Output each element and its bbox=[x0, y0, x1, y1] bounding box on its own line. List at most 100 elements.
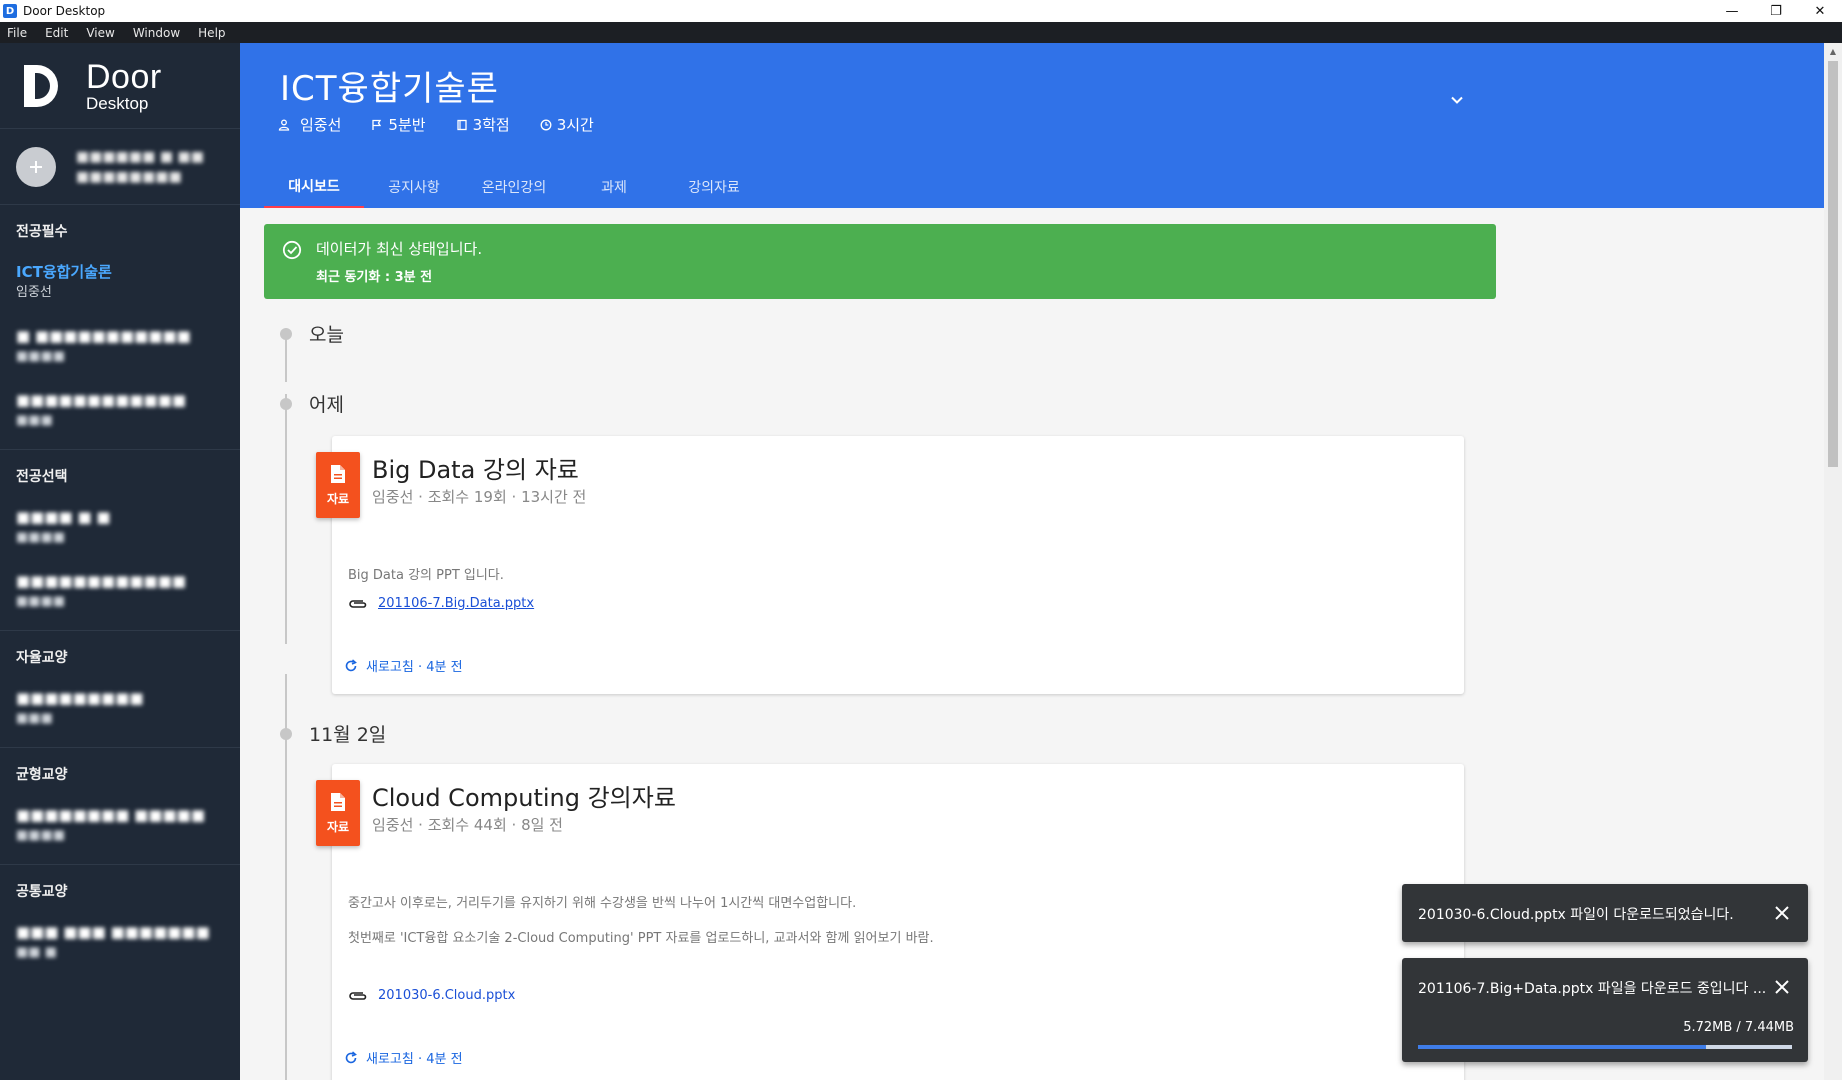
tab-dashboard[interactable]: 대시보드 bbox=[264, 165, 364, 208]
section-title: 균형교양 bbox=[16, 767, 68, 783]
course-name: ■■■ ■■■ ■■■■■■■ bbox=[16, 923, 210, 941]
minimize-button[interactable]: — bbox=[1710, 0, 1754, 22]
brand-name: Door bbox=[86, 57, 162, 96]
dashboard-content: 데이터가 최신 상태입니다. 최근 동기화 : 3분 전 오늘 어제 11월 2… bbox=[240, 208, 1824, 1080]
sidebar-course-ict[interactable]: ICT융합기술론 임중선 bbox=[0, 251, 240, 315]
window-controls: — ❐ ✕ bbox=[1710, 0, 1842, 22]
sidebar-course[interactable]: ■■■■■■■■ ■■■■■ ■■■■ bbox=[0, 794, 240, 858]
scrollbar-thumb[interactable] bbox=[1828, 61, 1838, 467]
sidebar: Door Desktop ■■■■■■ ■ ■■ ■■■■■■■■ 전공필수 I… bbox=[0, 43, 240, 1080]
timeline-dot bbox=[280, 328, 292, 340]
meta-hours: 3시간 bbox=[540, 114, 594, 135]
card-body-text: 첫번째로 'ICT융합 요소기술 2-Cloud Computing' PPT … bbox=[348, 931, 934, 946]
sidebar-course[interactable]: ■■■■■■■■■■■■ ■■■■ bbox=[0, 560, 240, 624]
timeline-label-today: 오늘 bbox=[309, 324, 344, 346]
sidebar-section: 균형교양 ■■■■■■■■ ■■■■■ ■■■■ bbox=[0, 748, 240, 858]
sidebar-course[interactable]: ■■■■■■■■■ ■■■ bbox=[0, 677, 240, 741]
timeline-dot bbox=[280, 728, 292, 740]
restore-button[interactable]: ❐ bbox=[1754, 0, 1798, 22]
refresh-button[interactable]: 새로고침 · 4분 전 bbox=[344, 1048, 463, 1067]
clock-icon bbox=[540, 119, 552, 130]
course-name: ■■■■■■■■■ bbox=[16, 689, 144, 707]
scroll-up-icon[interactable]: ▲ bbox=[1824, 43, 1842, 59]
close-icon[interactable] bbox=[1774, 979, 1790, 995]
document-badge: 자료 bbox=[316, 452, 360, 518]
course-header: ICT융합기술론 임중선 5분반 3학점 3시간 대시보드 공지사항 온라인강의… bbox=[240, 43, 1824, 208]
material-card[interactable]: Cloud Computing 강의자료 임중선 · 조회수 44회 · 8일 … bbox=[332, 764, 1464, 1080]
avatar bbox=[16, 146, 56, 187]
attachment-link[interactable]: 201030-6.Cloud.pptx bbox=[378, 988, 515, 1003]
badge-label: 자료 bbox=[326, 819, 350, 834]
meta-credits-text: 3학점 bbox=[472, 116, 510, 134]
window-titlebar: D Door Desktop — ❐ ✕ bbox=[0, 0, 1842, 22]
menu-view[interactable]: View bbox=[83, 26, 117, 40]
refresh-label: 새로고침 · 4분 전 bbox=[366, 1052, 463, 1067]
course-professor: ■■ ■ bbox=[16, 945, 57, 960]
sidebar-course[interactable]: ■■■ ■■■ ■■■■■■■ ■■ ■ bbox=[0, 911, 240, 975]
vertical-scrollbar[interactable]: ▲ bbox=[1824, 43, 1842, 1080]
card-title[interactable]: Cloud Computing 강의자료 bbox=[372, 778, 676, 813]
tab-notices[interactable]: 공지사항 bbox=[364, 165, 464, 208]
user-profile[interactable]: ■■■■■■ ■ ■■ ■■■■■■■■ bbox=[0, 129, 240, 205]
badge-label: 자료 bbox=[326, 491, 350, 506]
profile-name: ■■■■■■ ■ ■■ bbox=[76, 148, 204, 165]
profile-id: ■■■■■■■■ bbox=[76, 168, 182, 185]
sidebar-course[interactable]: ■ ■■■■■■■■■■■ ■■■■ bbox=[0, 315, 240, 379]
toast-message: 201106-7.Big+Data.pptx 파일을 다운로드 중입니다 ... bbox=[1418, 981, 1767, 997]
window-title: Door Desktop bbox=[23, 4, 106, 18]
card-meta: 임중선 · 조회수 19회 · 13시간 전 bbox=[372, 488, 587, 506]
brand-subtitle: Desktop bbox=[86, 93, 149, 113]
card-body-text: 중간고사 이후로는, 거리두기를 유지하기 위해 수강생을 반씩 나누어 1시간… bbox=[348, 896, 857, 911]
menu-help[interactable]: Help bbox=[195, 26, 228, 40]
sidebar-section: 전공필수 ICT융합기술론 임중선 ■ ■■■■■■■■■■■ ■■■■ ■■■… bbox=[0, 205, 240, 443]
menu-edit[interactable]: Edit bbox=[42, 26, 71, 40]
section-title: 공통교양 bbox=[16, 884, 68, 900]
paperclip-icon bbox=[349, 599, 367, 608]
sidebar-section: 전공선택 ■■■■ ■ ■ ■■■■ ■■■■■■■■■■■■ ■■■■ bbox=[0, 450, 240, 624]
timeline-dot bbox=[280, 398, 292, 410]
refresh-button[interactable]: 새로고침 · 4분 전 bbox=[344, 656, 463, 675]
timeline-line bbox=[285, 334, 287, 382]
sync-message: 데이터가 최신 상태입니다. bbox=[316, 240, 483, 258]
refresh-icon bbox=[345, 658, 357, 671]
person-icon bbox=[278, 119, 290, 131]
course-name: ■■■■■■■■■■■■ bbox=[16, 572, 187, 590]
chevron-down-icon[interactable] bbox=[1450, 93, 1464, 107]
menu-window[interactable]: Window bbox=[130, 26, 183, 40]
attachment[interactable]: 201106-7.Big.Data.pptx bbox=[348, 596, 534, 611]
course-name: ■■■■■■■■■■■■ bbox=[16, 391, 187, 409]
timeline-label-nov2: 11월 2일 bbox=[309, 724, 387, 746]
close-icon[interactable] bbox=[1774, 905, 1790, 921]
attachment-link[interactable]: 201106-7.Big.Data.pptx bbox=[378, 596, 534, 611]
course-tabs: 대시보드 공지사항 온라인강의 과제 강의자료 bbox=[264, 165, 764, 208]
document-icon bbox=[331, 792, 345, 811]
meta-professor: 임중선 bbox=[278, 114, 341, 135]
card-title[interactable]: Big Data 강의 자료 bbox=[372, 450, 579, 485]
close-window-button[interactable]: ✕ bbox=[1798, 0, 1842, 22]
tab-online-lectures[interactable]: 온라인강의 bbox=[464, 165, 564, 208]
book-icon bbox=[456, 119, 467, 130]
user-icon bbox=[30, 160, 42, 173]
refresh-label: 새로고침 · 4분 전 bbox=[366, 660, 463, 675]
menu-file[interactable]: File bbox=[4, 26, 30, 40]
course-professor: ■■■ bbox=[16, 413, 53, 428]
meta-hours-text: 3시간 bbox=[556, 116, 594, 134]
card-meta: 임중선 · 조회수 44회 · 8일 전 bbox=[372, 816, 563, 834]
section-title: 자율교양 bbox=[16, 650, 68, 666]
flag-icon bbox=[372, 119, 382, 130]
download-progress-toast: 201106-7.Big+Data.pptx 파일을 다운로드 중입니다 ...… bbox=[1402, 958, 1808, 1062]
course-professor: ■■■ bbox=[16, 711, 53, 726]
section-title: 전공선택 bbox=[16, 469, 68, 485]
tab-assignments[interactable]: 과제 bbox=[564, 165, 664, 208]
meta-section-text: 5분반 bbox=[388, 116, 426, 134]
material-card[interactable]: Big Data 강의 자료 임중선 · 조회수 19회 · 13시간 전 Bi… bbox=[332, 436, 1464, 694]
attachment[interactable]: 201030-6.Cloud.pptx bbox=[348, 988, 515, 1003]
sidebar-section: 공통교양 ■■■ ■■■ ■■■■■■■ ■■ ■ bbox=[0, 865, 240, 975]
door-logo-icon bbox=[24, 64, 58, 107]
timeline-line bbox=[285, 394, 287, 644]
course-professor: ■■■■ bbox=[16, 828, 66, 843]
refresh-icon bbox=[345, 1050, 357, 1063]
tab-materials[interactable]: 강의자료 bbox=[664, 165, 764, 208]
sidebar-course[interactable]: ■■■■■■■■■■■■ ■■■ bbox=[0, 379, 240, 443]
sidebar-course[interactable]: ■■■■ ■ ■ ■■■■ bbox=[0, 496, 240, 560]
